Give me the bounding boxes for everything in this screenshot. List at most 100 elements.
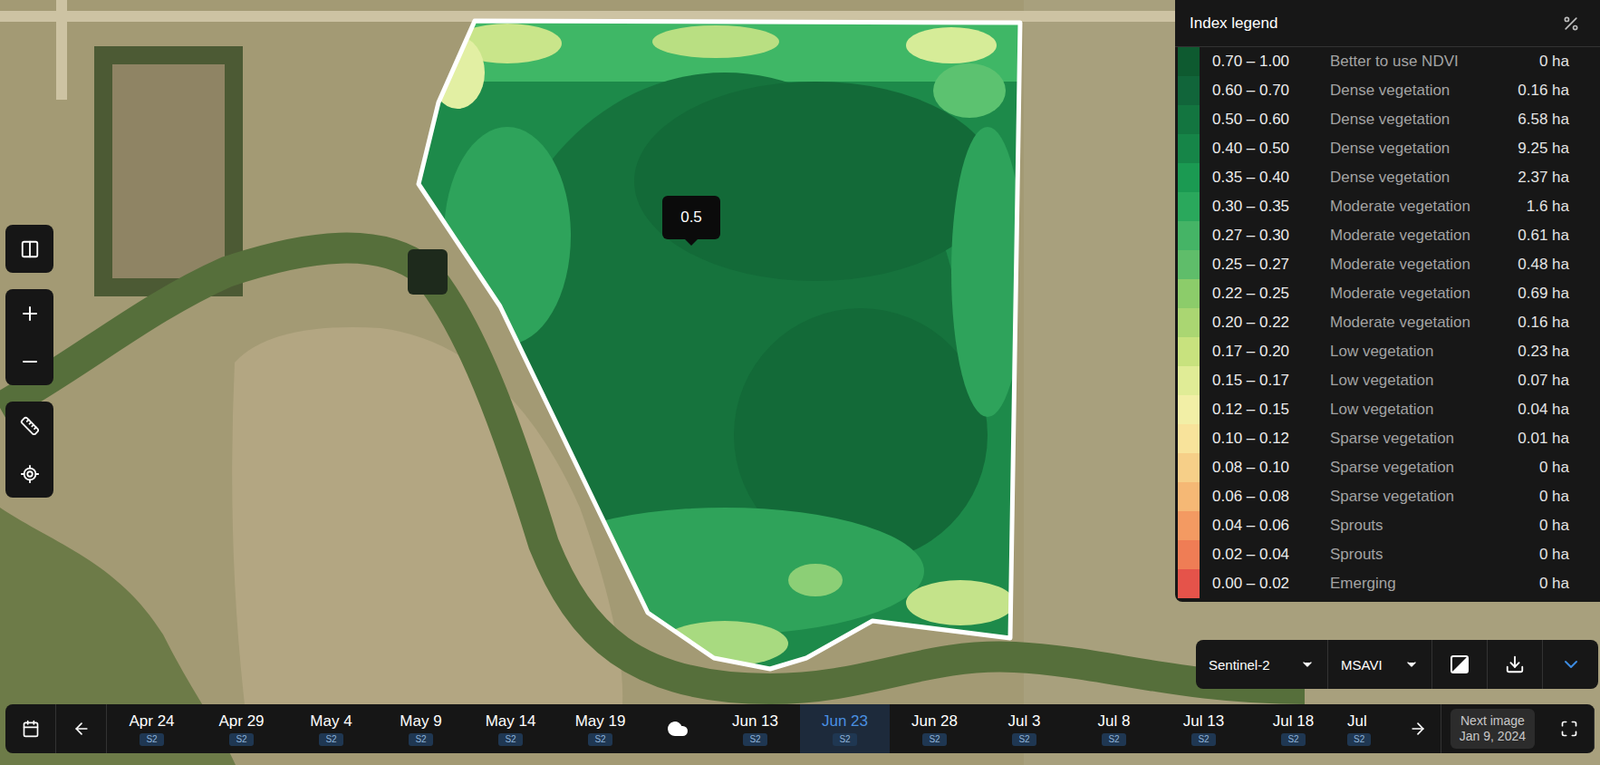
legend-swatch — [1177, 221, 1200, 251]
legend-area: 0 ha — [1539, 52, 1570, 71]
source-badge: S2 — [1012, 732, 1036, 746]
legend-range: 0.70 – 1.00 — [1212, 52, 1314, 71]
legend-label: Moderate vegetation — [1326, 197, 1514, 216]
legend-row: 0.40 – 0.50Dense vegetation9.25 ha — [1175, 134, 1600, 164]
legend-row: 0.50 – 0.60Dense vegetation6.58 ha — [1175, 105, 1600, 135]
minus-icon — [19, 350, 41, 373]
legend-area: 0 ha — [1539, 458, 1570, 477]
source-badge: S2 — [922, 732, 946, 746]
legend-label: Sprouts — [1326, 516, 1527, 535]
zoom-out-button[interactable] — [5, 337, 54, 386]
legend-swatch — [1177, 163, 1200, 193]
legend-area: 0 ha — [1539, 487, 1570, 506]
legend-range: 0.40 – 0.50 — [1212, 139, 1314, 158]
percent-toggle[interactable] — [1558, 10, 1584, 37]
timeline-date[interactable]: May 19S2 — [555, 703, 646, 753]
legend-label: Better to use NDVI — [1326, 52, 1527, 71]
legend-range: 0.04 – 0.06 — [1212, 516, 1314, 535]
timeline-date[interactable]: Jun 23S2 — [800, 703, 890, 753]
timeline-date[interactable]: May 4S2 — [286, 703, 376, 753]
timeline-date[interactable]: Jul 8S2 — [1069, 703, 1159, 753]
locate-button[interactable] — [5, 449, 54, 498]
legend-row: 0.02 – 0.04Sprouts0 ha — [1175, 539, 1600, 569]
legend-range: 0.06 – 0.08 — [1212, 487, 1314, 506]
legend-label: Sparse vegetation — [1326, 487, 1527, 506]
legend-area: 2.37 ha — [1517, 168, 1570, 187]
legend-swatch — [1177, 424, 1200, 454]
legend-range: 0.00 – 0.02 — [1212, 574, 1314, 593]
index-legend: Index legend 0.70 – 1.00 Better to use NDV… — [1175, 0, 1600, 602]
legend-range: 0.20 – 0.22 — [1212, 313, 1314, 332]
timeline-date[interactable]: Jun 28S2 — [889, 703, 980, 753]
legend-row: 0.04 – 0.06 Sprouts 0 ha — [1175, 510, 1600, 540]
measure-button[interactable] — [5, 401, 54, 450]
source-badge: S2 — [832, 732, 857, 746]
map-view: 0.5 Index legend 0.70 – 1.00 Better to use … — [0, 0, 1600, 765]
collapse-button[interactable] — [1542, 639, 1599, 689]
zoom-in-button[interactable] — [5, 289, 54, 338]
legend-range: 0.22 – 0.25 — [1212, 284, 1314, 303]
index-select[interactable]: MSAVI — [1328, 639, 1433, 689]
timeline: Apr 24S2Apr 29S2May 4S2May 9S2May 14S2Ma… — [5, 703, 1595, 753]
fullscreen-button[interactable] — [1543, 703, 1595, 753]
source-badge: S2 — [139, 732, 164, 746]
legend-label: Moderate vegetation — [1326, 313, 1505, 332]
source-bar: Sentinel-2MSAVI — [1195, 639, 1599, 689]
legend-row: 0.60 – 0.70Dense vegetation0.16 ha — [1175, 76, 1600, 106]
previous-button[interactable] — [56, 703, 107, 753]
plus-icon — [19, 302, 41, 325]
legend-area: 0.61 ha — [1517, 226, 1570, 245]
timeline-date[interactable]: Jul 13S2 — [1158, 703, 1249, 753]
legend-row: 0.27 – 0.30Moderate vegetation0.61 ha — [1175, 221, 1600, 251]
tools-group — [5, 401, 54, 498]
download-button[interactable] — [1487, 639, 1543, 689]
legend-row: 0.35 – 0.40Dense vegetation2.37 ha — [1175, 163, 1600, 193]
legend-range: 0.08 – 0.10 — [1212, 458, 1314, 477]
timeline-date[interactable]: JulS2 — [1338, 703, 1397, 753]
value-tooltip: 0.5 — [662, 195, 721, 240]
calendar-button[interactable] — [5, 703, 57, 753]
satellite-select[interactable]: Sentinel-2 — [1195, 639, 1329, 689]
legend-header: Index legend — [1175, 0, 1600, 48]
source-badge: S2 — [408, 732, 433, 746]
timeline-date[interactable]: Jul 3S2 — [979, 703, 1070, 753]
legend-range: 0.27 – 0.30 — [1212, 226, 1314, 245]
timeline-date[interactable]: Apr 29S2 — [196, 703, 287, 753]
timeline-date[interactable]: Jul 18S2 — [1248, 703, 1339, 753]
timeline-date[interactable]: Jun 13S2 — [710, 703, 800, 753]
legend-row: 0.15 – 0.17Low vegetation0.07 ha — [1175, 366, 1600, 396]
legend-label: Low vegetation — [1326, 342, 1505, 361]
cloud-icon — [666, 717, 689, 740]
legend-swatch — [1177, 279, 1200, 309]
legend-area: 0 ha — [1539, 545, 1570, 564]
legend-swatch — [1177, 337, 1200, 367]
legend-area: 0 ha — [1539, 516, 1570, 535]
legend-label: Sparse vegetation — [1326, 458, 1527, 477]
source-badge: S2 — [1347, 732, 1371, 746]
timeline-date[interactable]: May 14S2 — [465, 703, 556, 753]
legend-title: Index legend — [1189, 14, 1278, 33]
next-button[interactable] — [1396, 703, 1442, 753]
percent-icon — [1561, 14, 1581, 33]
timeline-date[interactable]: Apr 24S2 — [106, 703, 197, 753]
legend-row: 0.10 – 0.12Sparse vegetation0.01 ha — [1175, 424, 1600, 454]
ruler-icon — [19, 415, 40, 436]
source-badge: S2 — [229, 732, 253, 746]
legend-area: 0.69 ha — [1517, 284, 1570, 303]
contrast-button[interactable] — [1432, 639, 1488, 689]
legend-area: 0 ha — [1539, 574, 1570, 593]
timeline-date[interactable]: May 9S2 — [375, 703, 466, 753]
locate-icon — [19, 463, 40, 484]
legend-label: Emerging — [1326, 574, 1527, 593]
legend-area: 0.04 ha — [1517, 400, 1570, 419]
legend-row: 0.30 – 0.35Moderate vegetation1.6 ha — [1175, 192, 1600, 222]
split-view-icon — [19, 239, 40, 260]
cloudy-marker — [645, 703, 711, 753]
chevron-down-icon — [1560, 653, 1582, 675]
legend-label: Sprouts — [1326, 545, 1527, 564]
legend-range: 0.50 – 0.60 — [1212, 110, 1314, 129]
legend-row: 0.70 – 1.00 Better to use NDVI 0 ha — [1175, 47, 1600, 77]
compare-button[interactable] — [5, 224, 54, 273]
legend-row: 0.06 – 0.08 Sparse vegetation 0 ha — [1175, 481, 1600, 511]
legend-range: 0.25 – 0.27 — [1212, 255, 1314, 274]
